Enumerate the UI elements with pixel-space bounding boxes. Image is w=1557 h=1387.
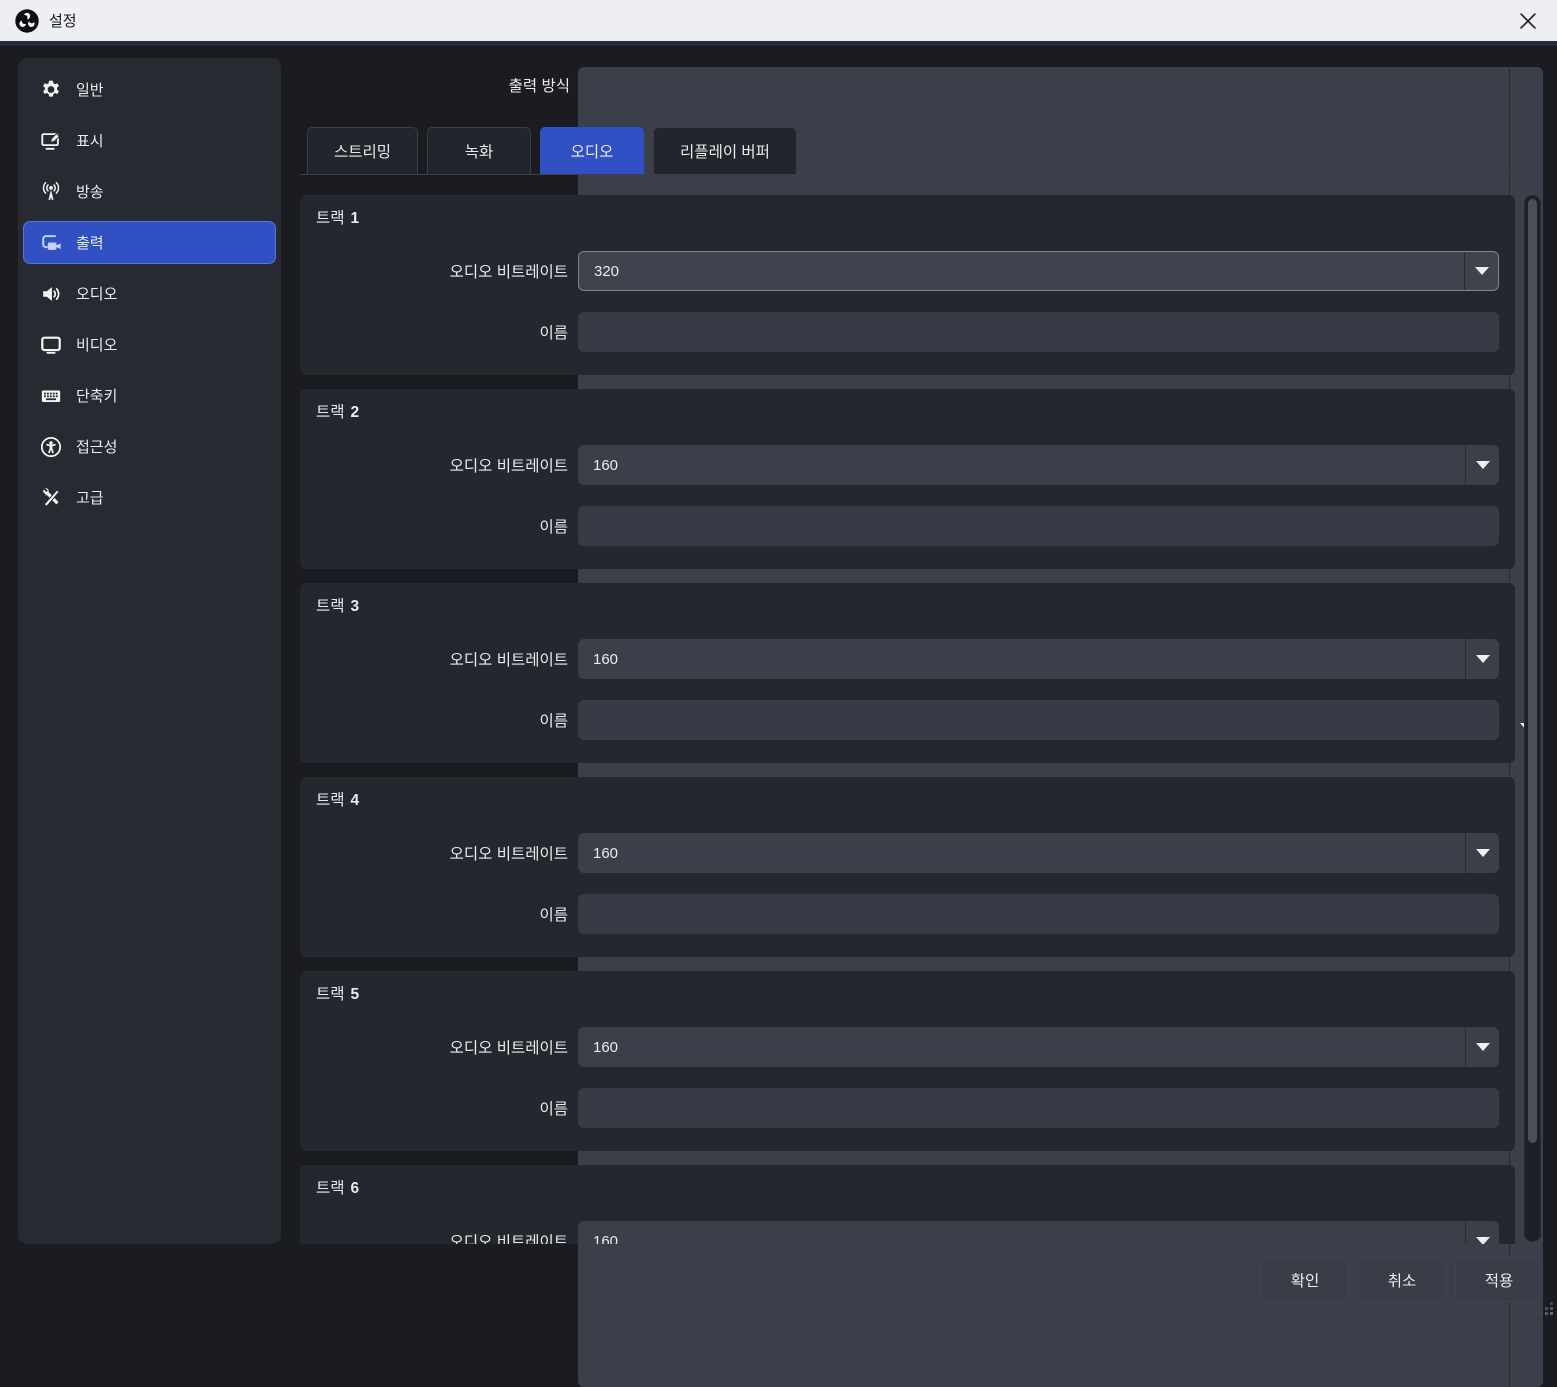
vertical-scrollbar[interactable] (1524, 195, 1541, 1242)
output-mode-label: 출력 방식 (340, 74, 570, 100)
sidebar-item-label: 접근성 (76, 436, 117, 457)
sidebar-item-label: 고급 (76, 487, 104, 508)
track-title: 트랙1 (316, 206, 1499, 228)
track-title: 트랙3 (316, 594, 1499, 616)
audio-bitrate-select[interactable]: 160 (578, 639, 1499, 679)
tab-label: 오디오 (571, 140, 614, 162)
track-name-input[interactable] (578, 506, 1499, 546)
audio-bitrate-label: 오디오 비트레이트 (316, 842, 568, 864)
chevron-down-icon (1476, 461, 1490, 469)
dialog-footer: 확인 취소 적용 (1261, 1257, 1543, 1302)
chevron-down-icon (1476, 655, 1490, 663)
output-tab-bar: 스트리밍 녹화 오디오 리플레이 버퍼 (300, 127, 1543, 175)
sidebar-item-stream[interactable]: 방송 (23, 170, 276, 213)
track-title: 트랙2 (316, 400, 1499, 422)
obs-logo-icon (14, 8, 40, 34)
sidebar-item-hotkeys[interactable]: 단축키 (23, 374, 276, 417)
audio-bitrate-value: 320 (579, 263, 1464, 280)
audio-icon (40, 283, 62, 305)
sidebar-item-output[interactable]: 출력 (23, 221, 276, 264)
audio-bitrate-label: 오디오 비트레이트 (316, 260, 568, 282)
audio-bitrate-label: 오디오 비트레이트 (316, 454, 568, 476)
sidebar-item-audio[interactable]: 오디오 (23, 272, 276, 315)
tab-label: 스트리밍 (334, 140, 391, 162)
sidebar-item-label: 일반 (76, 79, 104, 100)
audio-bitrate-value: 160 (578, 1039, 1465, 1056)
close-icon (1517, 10, 1539, 32)
track-group-2: 트랙2 오디오 비트레이트 160 이름 (300, 389, 1515, 569)
sidebar-item-label: 출력 (76, 232, 104, 253)
audio-bitrate-value: 160 (578, 651, 1465, 668)
tab-label: 녹화 (465, 140, 494, 162)
audio-bitrate-value: 160 (578, 845, 1465, 862)
audio-bitrate-label: 오디오 비트레이트 (316, 648, 568, 670)
chevron-down-icon (1476, 849, 1490, 857)
audio-bitrate-select[interactable]: 160 (578, 445, 1499, 485)
hotkeys-icon (40, 385, 62, 407)
cancel-button[interactable]: 취소 (1358, 1257, 1446, 1302)
track-group-6: 트랙6 오디오 비트레이트 160 이름 (300, 1165, 1515, 1244)
titlebar: 설정 (0, 0, 1557, 46)
tab-streaming[interactable]: 스트리밍 (307, 127, 418, 174)
settings-dialog: { "colors": { "accent": "#3150c4", "acce… (0, 0, 1557, 1320)
audio-bitrate-select[interactable]: 320 (578, 251, 1499, 291)
close-button[interactable] (1511, 4, 1545, 38)
output-icon (40, 232, 62, 254)
audio-bitrate-label: 오디오 비트레이트 (316, 1230, 568, 1244)
sidebar-item-label: 단축키 (76, 385, 117, 406)
audio-bitrate-select[interactable]: 160 (578, 833, 1499, 873)
track-name-input[interactable] (578, 700, 1499, 740)
sidebar-item-advanced[interactable]: 고급 (23, 476, 276, 519)
chevron-down-icon (1476, 1237, 1490, 1244)
track-group-4: 트랙4 오디오 비트레이트 160 이름 (300, 777, 1515, 957)
track-group-3: 트랙3 오디오 비트레이트 160 이름 (300, 583, 1515, 763)
sidebar-item-label: 방송 (76, 181, 104, 202)
track-group-5: 트랙5 오디오 비트레이트 160 이름 (300, 971, 1515, 1151)
track-name-label: 이름 (316, 515, 568, 537)
apply-button[interactable]: 적용 (1455, 1257, 1543, 1302)
audio-bitrate-select[interactable]: 160 (578, 1027, 1499, 1067)
sidebar-item-appearance[interactable]: 표시 (23, 119, 276, 162)
broadcast-icon (40, 181, 62, 203)
sidebar-item-label: 오디오 (76, 283, 117, 304)
sidebar-item-label: 비디오 (76, 334, 117, 355)
audio-bitrate-value: 160 (578, 1233, 1465, 1245)
audio-bitrate-value: 160 (578, 457, 1465, 474)
track-name-input[interactable] (578, 312, 1499, 352)
advanced-icon (40, 487, 62, 509)
track-title: 트랙4 (316, 788, 1499, 810)
track-name-input[interactable] (578, 1088, 1499, 1128)
window-title: 설정 (49, 10, 77, 31)
audio-tracks-panel: 트랙1 오디오 비트레이트 320 이름 트랙2 오디오 비트레이트 160 (300, 181, 1515, 1244)
video-icon (40, 334, 62, 356)
chevron-down-icon (1475, 267, 1489, 275)
tab-replay-buffer[interactable]: 리플레이 버퍼 (653, 127, 797, 174)
tab-recording[interactable]: 녹화 (427, 127, 531, 174)
track-group-1: 트랙1 오디오 비트레이트 320 이름 (300, 195, 1515, 375)
tab-audio[interactable]: 오디오 (540, 127, 644, 174)
track-title: 트랙6 (316, 1176, 1499, 1198)
track-name-label: 이름 (316, 321, 568, 343)
sidebar-item-video[interactable]: 비디오 (23, 323, 276, 366)
track-name-label: 이름 (316, 1097, 568, 1119)
sidebar-item-general[interactable]: 일반 (23, 68, 276, 111)
audio-bitrate-select[interactable]: 160 (578, 1221, 1499, 1244)
tab-label: 리플레이 버퍼 (680, 140, 770, 162)
ok-button[interactable]: 확인 (1261, 1257, 1349, 1302)
track-name-label: 이름 (316, 903, 568, 925)
scrollbar-thumb[interactable] (1528, 199, 1537, 1143)
appearance-icon (40, 130, 62, 152)
track-name-label: 이름 (316, 709, 568, 731)
sidebar-item-label: 표시 (76, 130, 104, 151)
track-name-input[interactable] (578, 894, 1499, 934)
accessibility-icon (40, 436, 62, 458)
track-title: 트랙5 (316, 982, 1499, 1004)
sidebar-item-accessibility[interactable]: 접근성 (23, 425, 276, 468)
chevron-down-icon (1476, 1043, 1490, 1051)
sidebar: 일반 표시 방송 출력 오디오 비디오 단축키 접근성 고급 (18, 58, 281, 1244)
audio-bitrate-label: 오디오 비트레이트 (316, 1036, 568, 1058)
resize-grip-icon[interactable] (1539, 1301, 1553, 1315)
gear-icon (40, 79, 62, 101)
